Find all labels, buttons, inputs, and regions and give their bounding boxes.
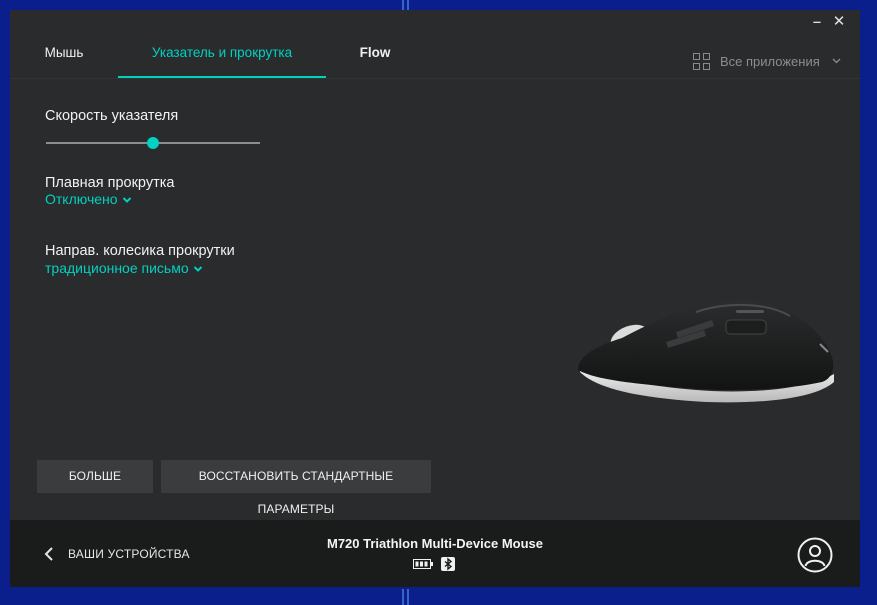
device-name: M720 Triathlon Multi-Device Mouse: [327, 536, 543, 551]
smooth-scroll-value: Отключено: [45, 191, 118, 207]
more-button[interactable]: БОЛЬШЕ: [37, 460, 153, 493]
smooth-scroll-label: Плавная прокрутка: [45, 175, 175, 191]
desktop-glow: [407, 0, 409, 10]
pointer-speed-slider[interactable]: [46, 136, 260, 150]
all-apps-selector[interactable]: Все приложения: [693, 52, 841, 70]
tab-pointer-scrolling[interactable]: Указатель и прокрутка: [118, 36, 326, 78]
chevron-left-icon: [44, 547, 53, 561]
tab-divider: [10, 78, 860, 79]
your-devices-label: ВАШИ УСТРОЙСТВА: [68, 547, 190, 561]
your-devices-link[interactable]: ВАШИ УСТРОЙСТВА: [44, 546, 190, 562]
options-window: ‒ ✕ Мышь Указатель и прокрутка Flow Все …: [10, 10, 860, 587]
grid-icon: [693, 52, 710, 70]
desktop-glow: [407, 589, 409, 605]
scroll-direction-value: традиционное письмо: [45, 260, 189, 276]
close-button[interactable]: ✕: [830, 13, 848, 31]
tab-flow[interactable]: Flow: [338, 36, 412, 78]
chevron-down-icon: [193, 266, 202, 272]
chevron-down-icon: [832, 58, 841, 64]
minimize-button[interactable]: ‒: [808, 13, 826, 31]
bluetooth-icon: [441, 557, 455, 571]
all-apps-label: Все приложения: [720, 53, 820, 69]
device-status: [413, 557, 455, 571]
tab-bar: Мышь Указатель и прокрутка Flow: [10, 36, 424, 78]
mouse-illustration: [578, 299, 834, 403]
desktop-glow: [402, 589, 404, 605]
user-account-icon[interactable]: [797, 537, 833, 573]
smooth-scroll-dropdown[interactable]: Отключено: [45, 191, 132, 207]
pointer-speed-label: Скорость указателя: [45, 108, 179, 124]
title-bar: ‒ ✕: [10, 10, 860, 34]
scroll-direction-label: Направ. колесика прокрутки: [45, 243, 235, 259]
desktop-glow: [402, 0, 404, 10]
slider-thumb[interactable]: [147, 137, 159, 149]
battery-icon: [413, 559, 433, 569]
tab-mouse[interactable]: Мышь: [36, 36, 92, 78]
chevron-down-icon: [122, 197, 131, 203]
restore-defaults-button[interactable]: ВОССТАНОВИТЬ СТАНДАРТНЫЕ ПАРАМЕТРЫ: [161, 460, 431, 516]
scroll-direction-dropdown[interactable]: традиционное письмо: [45, 260, 203, 276]
